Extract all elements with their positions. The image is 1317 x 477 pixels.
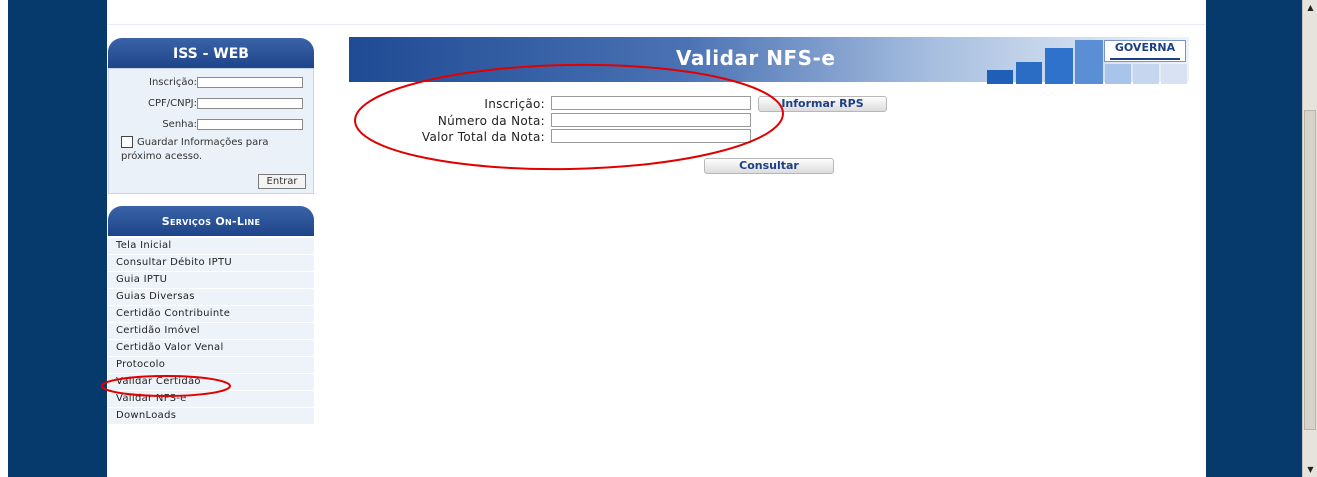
login-cpf-input[interactable] (197, 98, 303, 109)
scroll-up-arrow-icon[interactable]: ▲ (1305, 2, 1316, 13)
decor-block (1161, 64, 1187, 84)
login-cpf-label: CPF/CNPJ: (148, 98, 197, 109)
window-edge (0, 0, 8, 477)
consultar-button[interactable]: Consultar (704, 158, 834, 174)
menu-item-guias-diversas[interactable]: Guias Diversas (108, 289, 314, 306)
decor-block (1105, 64, 1131, 84)
login-senha-label: Senha: (162, 119, 197, 130)
page-background-right (1206, 0, 1302, 477)
informar-rps-button[interactable]: Informar RPS (758, 96, 887, 112)
numero-nota-input[interactable] (551, 113, 751, 127)
remember-label: Guardar Informações para próximo acesso. (121, 137, 269, 162)
scroll-thumb[interactable] (1304, 110, 1316, 430)
decor-block (987, 70, 1013, 84)
services-panel-title: Serviços On-Line (108, 206, 314, 236)
inscricao-label: Inscrição: (484, 97, 545, 111)
decor-block (1016, 62, 1042, 84)
vertical-scrollbar[interactable]: ▲ ▼ (1302, 0, 1317, 477)
menu-item-protocolo[interactable]: Protocolo (108, 357, 314, 374)
menu-item-certidao-imovel[interactable]: Certidão Imóvel (108, 323, 314, 340)
menu-item-validar-certidao[interactable]: Validar Certidão (108, 374, 314, 391)
login-panel-title: ISS - WEB (108, 38, 314, 68)
menu-item-validar-nfse[interactable]: Validar NFS-e (108, 391, 314, 408)
menu-item-certidao-contribuinte[interactable]: Certidão Contribuinte (108, 306, 314, 323)
decor-block (1133, 64, 1159, 84)
login-inscricao-input[interactable] (197, 77, 303, 88)
inscricao-input[interactable] (551, 96, 751, 110)
valor-total-input[interactable] (551, 129, 751, 143)
decor-block (1045, 48, 1073, 84)
menu-item-guia-iptu[interactable]: Guia IPTU (108, 272, 314, 289)
logo-underline (1110, 58, 1180, 60)
login-inscricao-label: Inscrição: (149, 77, 197, 88)
decor-block (1075, 40, 1103, 84)
services-menu: Tela Inicial Consultar Débito IPTU Guia … (108, 238, 314, 425)
scroll-down-arrow-icon[interactable]: ▼ (1305, 464, 1316, 475)
page-title: Validar NFS-e (676, 46, 836, 70)
login-panel: Inscrição: CPF/CNPJ: Senha: Guardar Info… (108, 68, 314, 194)
menu-item-downloads[interactable]: DownLoads (108, 408, 314, 425)
login-submit-button[interactable]: Entrar (258, 174, 306, 189)
top-strip (107, 10, 1206, 25)
remember-checkbox[interactable] (121, 136, 133, 148)
menu-item-certidao-valor-venal[interactable]: Certidão Valor Venal (108, 340, 314, 357)
page-background-left (8, 0, 107, 477)
menu-item-consultar-debito-iptu[interactable]: Consultar Débito IPTU (108, 255, 314, 272)
menu-item-tela-inicial[interactable]: Tela Inicial (108, 238, 314, 255)
numero-nota-label: Número da Nota: (437, 114, 545, 128)
login-senha-input[interactable] (197, 119, 303, 130)
valor-total-label: Valor Total da Nota: (421, 130, 545, 144)
